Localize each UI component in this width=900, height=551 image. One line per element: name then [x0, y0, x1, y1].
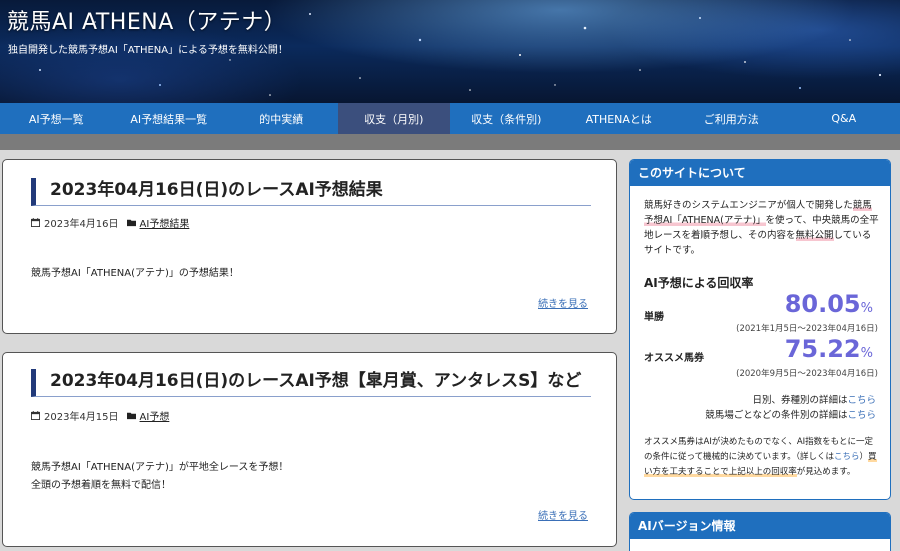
calendar-icon: [31, 411, 40, 420]
return-rate-title: AI予想による回収率: [644, 276, 754, 290]
nav-item-ai-results[interactable]: AI予想結果一覧: [113, 103, 226, 134]
detail-text: 日別、券種別の詳細は: [752, 395, 848, 406]
detail-daily-link[interactable]: こちら: [847, 395, 876, 406]
folder-icon: [126, 412, 136, 420]
post-category[interactable]: AI予想結果: [140, 215, 190, 230]
site-intro-text: 競馬好きのシステムエンジニアが個人で開発した競馬予想AI「ATHENA(アテナ)…: [644, 198, 880, 258]
post-card: 2023年04月16日(日)のレースAI予想【皐月賞、アンタレスS】など 202…: [2, 352, 617, 547]
post-title[interactable]: 2023年04月16日(日)のレースAI予想結果: [31, 178, 591, 206]
recommended-ticket-note: オススメ馬券はAIが決めたものでなく、AI指数をもとに一定の条件に従って機械的に…: [644, 435, 880, 480]
nav-item-balance-conditions[interactable]: 収支（条件別): [450, 103, 563, 134]
post-title[interactable]: 2023年04月16日(日)のレースAI予想【皐月賞、アンタレスS】など: [31, 369, 591, 397]
intro-text: 競馬好きのシステムエンジニアが個人で開発した: [644, 200, 853, 211]
rate-number: 75.22: [784, 335, 861, 363]
nav-item-how-to-use[interactable]: ご利用方法: [675, 103, 788, 134]
detail-text: 競馬場ごとなどの条件別の詳細は: [705, 410, 848, 421]
nav-item-hit-record[interactable]: 的中実績: [225, 103, 338, 134]
excerpt-line: 競馬予想AI「ATHENA(アテナ)」の予想結果！: [31, 268, 239, 279]
rate-unit: %: [860, 301, 873, 316]
note-text: ）: [859, 452, 869, 462]
detail-daily-line: 日別、券種別の詳細はこちら: [752, 392, 876, 406]
note-detail-link[interactable]: こちら: [834, 452, 860, 462]
rate-label-recommended: オススメ馬券: [644, 353, 704, 364]
intro-highlight: 無料公開: [795, 230, 834, 241]
post-meta: 2023年4月16日 AI予想結果: [31, 215, 189, 230]
global-nav: AI予想一覧 AI予想結果一覧 的中実績 収支（月別) 収支（条件別) ATHE…: [0, 103, 900, 134]
site-title[interactable]: 競馬AI ATHENA（アテナ）: [7, 4, 286, 36]
rate-period-recommended: (2020年9月5日～2023年04月16日): [736, 369, 878, 379]
site-description: 独自開発した競馬予想AI「ATHENA」による予想を無料公開！: [8, 45, 288, 56]
nav-divider: [0, 134, 900, 150]
detail-condition-link[interactable]: こちら: [847, 410, 876, 421]
rate-value-win: 80.05%: [785, 290, 873, 318]
note-text: が見込めます。: [796, 467, 856, 477]
post-category[interactable]: AI予想: [140, 408, 170, 423]
sidebar-version-widget: AIバージョン情報: [629, 512, 891, 551]
widget-heading: AIバージョン情報: [630, 513, 890, 539]
widget-heading: このサイトについて: [630, 160, 890, 186]
rate-value-recommended: 75.22%: [785, 335, 873, 363]
rate-unit: %: [860, 346, 873, 361]
rate-label-win: 単勝: [644, 312, 664, 323]
nav-item-qa[interactable]: Q&A: [788, 103, 900, 134]
read-more-link[interactable]: 続きを見る: [538, 507, 588, 522]
post-excerpt: 競馬予想AI「ATHENA(アテナ)」の予想結果！: [31, 265, 239, 283]
nav-item-balance-monthly[interactable]: 収支（月別): [337, 103, 450, 134]
calendar-icon: [31, 218, 40, 227]
post-meta: 2023年4月15日 AI予想: [31, 408, 169, 423]
excerpt-line: 全頭の予想着順を無料で配信！: [31, 480, 171, 491]
detail-condition-line: 競馬場ごとなどの条件別の詳細はこちら: [705, 407, 876, 421]
post-card: 2023年04月16日(日)のレースAI予想結果 2023年4月16日 AI予想…: [2, 159, 617, 334]
post-excerpt: 競馬予想AI「ATHENA(アテナ)」が平地全レースを予想！ 全頭の予想着順を無…: [31, 459, 288, 495]
nav-item-about-athena[interactable]: ATHENAとは: [563, 103, 676, 134]
post-date: 2023年4月16日: [44, 219, 119, 230]
rate-period-win: (2021年1月5日～2023年04月16日): [736, 324, 878, 334]
nav-item-ai-predictions[interactable]: AI予想一覧: [0, 103, 113, 134]
folder-icon: [126, 219, 136, 227]
read-more-link[interactable]: 続きを見る: [538, 295, 588, 310]
rate-number: 80.05: [784, 290, 861, 318]
site-header: 競馬AI ATHENA（アテナ） 独自開発した競馬予想AI「ATHENA」による…: [0, 0, 900, 103]
sidebar-about-widget: このサイトについて 競馬好きのシステムエンジニアが個人で開発した競馬予想AI「A…: [629, 159, 891, 500]
post-date: 2023年4月15日: [44, 412, 119, 423]
excerpt-line: 競馬予想AI「ATHENA(アテナ)」が平地全レースを予想！: [31, 462, 289, 473]
